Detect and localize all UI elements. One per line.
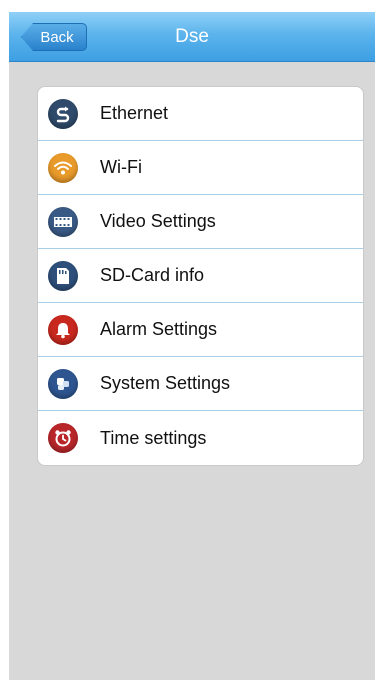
ethernet-icon [48,98,78,129]
video-icon [48,206,78,237]
wifi-icon [48,152,78,183]
menu-item-ethernet[interactable]: Ethernet [38,87,363,141]
screen: Back Dse Ethernet Wi-Fi Video Settings S… [9,12,375,680]
alarm-bell-icon [48,314,78,345]
clock-icon [48,423,78,453]
back-button[interactable]: Back [21,23,87,51]
menu-item-label: SD-Card info [100,265,205,285]
menu-item-label: Video Settings [100,211,216,231]
menu-item-time-settings[interactable]: Time settings [38,411,363,465]
menu-item-label: Wi-Fi [100,157,142,177]
menu-item-alarm-settings[interactable]: Alarm Settings [38,303,363,357]
menu-item-wifi[interactable]: Wi-Fi [38,141,363,195]
system-icon [48,368,78,399]
menu-item-label: Alarm Settings [100,319,218,339]
menu-item-label: Time settings [100,427,207,448]
menu-item-system-settings[interactable]: System Settings [38,357,363,411]
navigation-bar: Back Dse [9,12,375,62]
menu-item-label: System Settings [100,373,231,393]
menu-item-label: Ethernet [100,103,169,123]
menu-item-video-settings[interactable]: Video Settings [38,195,363,249]
sd-card-icon [48,260,78,291]
menu-item-sd-card-info[interactable]: SD-Card info [38,249,363,303]
settings-menu: Ethernet Wi-Fi Video Settings SD-Card in… [37,86,364,466]
